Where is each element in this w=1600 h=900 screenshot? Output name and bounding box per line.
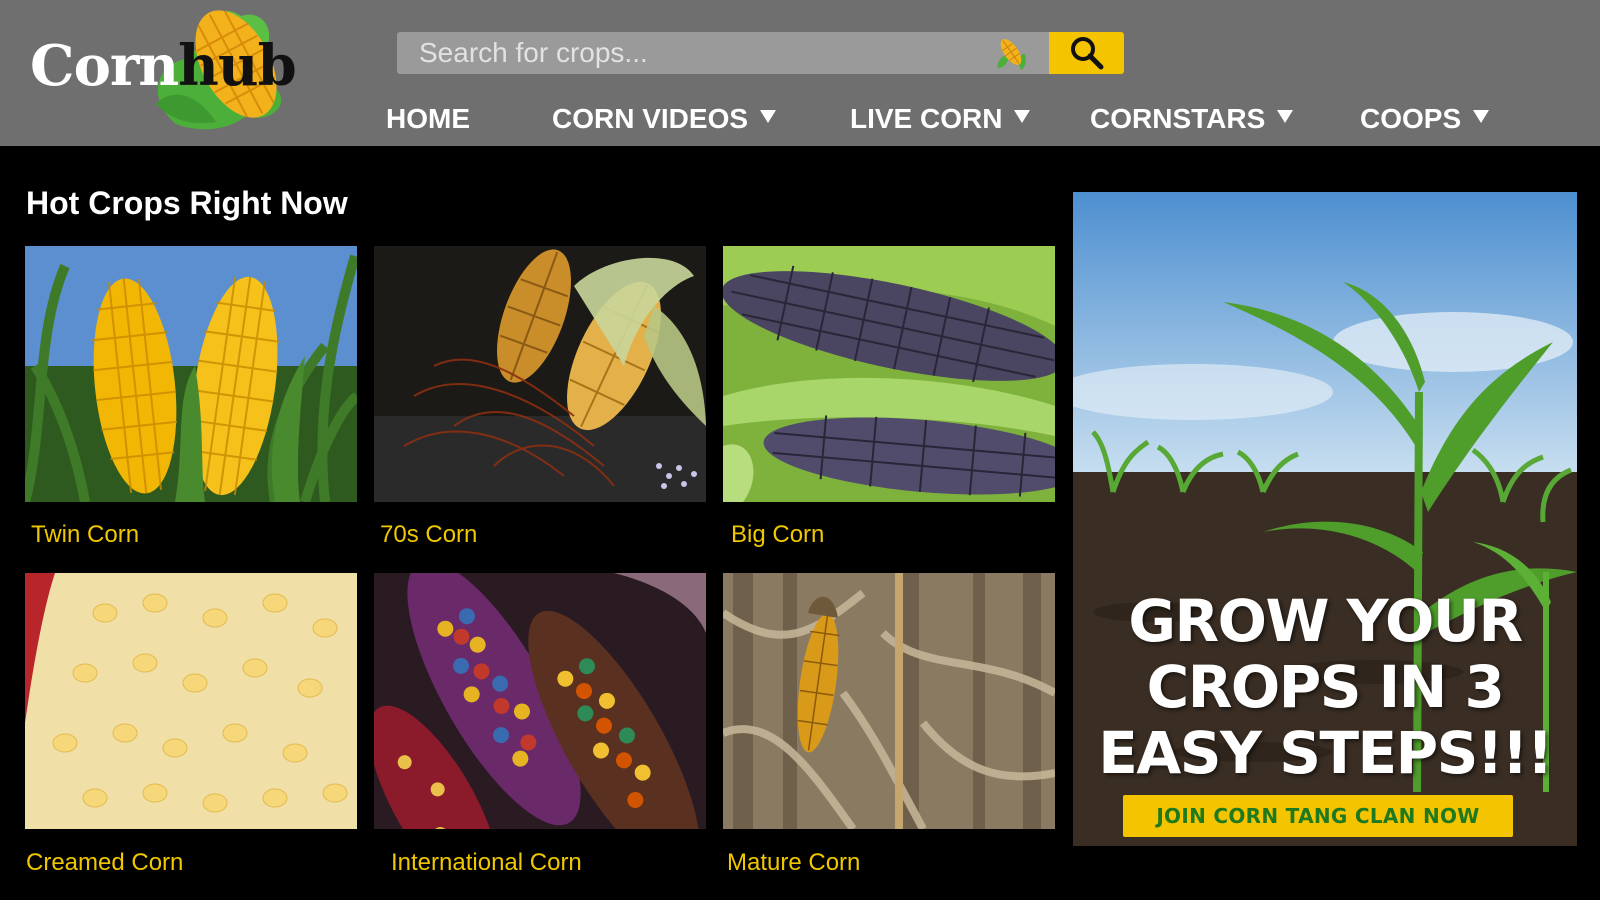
video-thumbnail-70s-corn[interactable] [374,246,706,502]
nav-home-label: HOME [386,103,470,134]
magnifier-icon [1070,37,1103,70]
ad-cta-button[interactable]: JOIN CORN TANG CLAN NOW [1123,795,1513,837]
search-button[interactable] [1049,32,1124,74]
caret-down-icon [1473,109,1490,123]
video-thumbnail-big-corn[interactable] [723,246,1055,502]
tile-caption[interactable]: Creamed Corn [26,849,183,877]
video-thumbnail-mature-corn[interactable] [723,573,1055,829]
ad-headline-line: GROW YOUR [1128,587,1523,655]
ad-headline: GROW YOUR CROPS IN 3 EASY STEPS!!! [1073,588,1577,786]
nav-live-corn-label: LIVE CORN [850,103,1003,134]
logo-text-corn: Corn [30,33,179,99]
video-thumbnail-twin-corn[interactable] [25,246,357,502]
tile-caption[interactable]: Mature Corn [727,849,860,877]
site-logo[interactable]: Cornhub [26,4,297,132]
corn-icon [997,39,1026,70]
logo-text-hub: hub [178,33,297,99]
caret-down-icon [1014,109,1031,123]
tile-caption[interactable]: Twin Corn [31,521,139,549]
nav-home[interactable]: HOME [386,103,470,135]
nav-cornstars-label: CORNSTARS [1090,103,1266,134]
nav-corn-videos-label: CORN VIDEOS [552,103,749,134]
tile-caption[interactable]: International Corn [391,849,582,877]
video-thumbnail-international-corn[interactable] [374,573,706,829]
nav-cornstars[interactable]: CORNSTARS [1090,103,1294,135]
advertisement-banner[interactable]: GROW YOUR CROPS IN 3 EASY STEPS!!! JOIN … [1073,192,1577,846]
tile-caption[interactable]: 70s Corn [380,521,477,549]
ad-headline-line: CROPS IN 3 [1146,653,1505,721]
caret-down-icon [760,109,777,123]
nav-corn-videos[interactable]: CORN VIDEOS [552,103,777,135]
search-bar [397,32,1124,74]
nav-coops-label: COOPS [1360,103,1462,134]
search-input[interactable] [397,32,1052,74]
caret-down-icon [1277,109,1294,123]
site-header: Cornhub HOME CORN VIDEOS LIVE CORN CORNS… [0,0,1600,146]
ad-headline-line: EASY STEPS!!! [1098,719,1553,787]
nav-live-corn[interactable]: LIVE CORN [850,103,1031,135]
video-thumbnail-creamed-corn[interactable] [25,573,357,829]
section-title: Hot Crops Right Now [26,185,348,221]
tile-caption[interactable]: Big Corn [731,521,824,549]
nav-coops[interactable]: COOPS [1360,103,1490,135]
